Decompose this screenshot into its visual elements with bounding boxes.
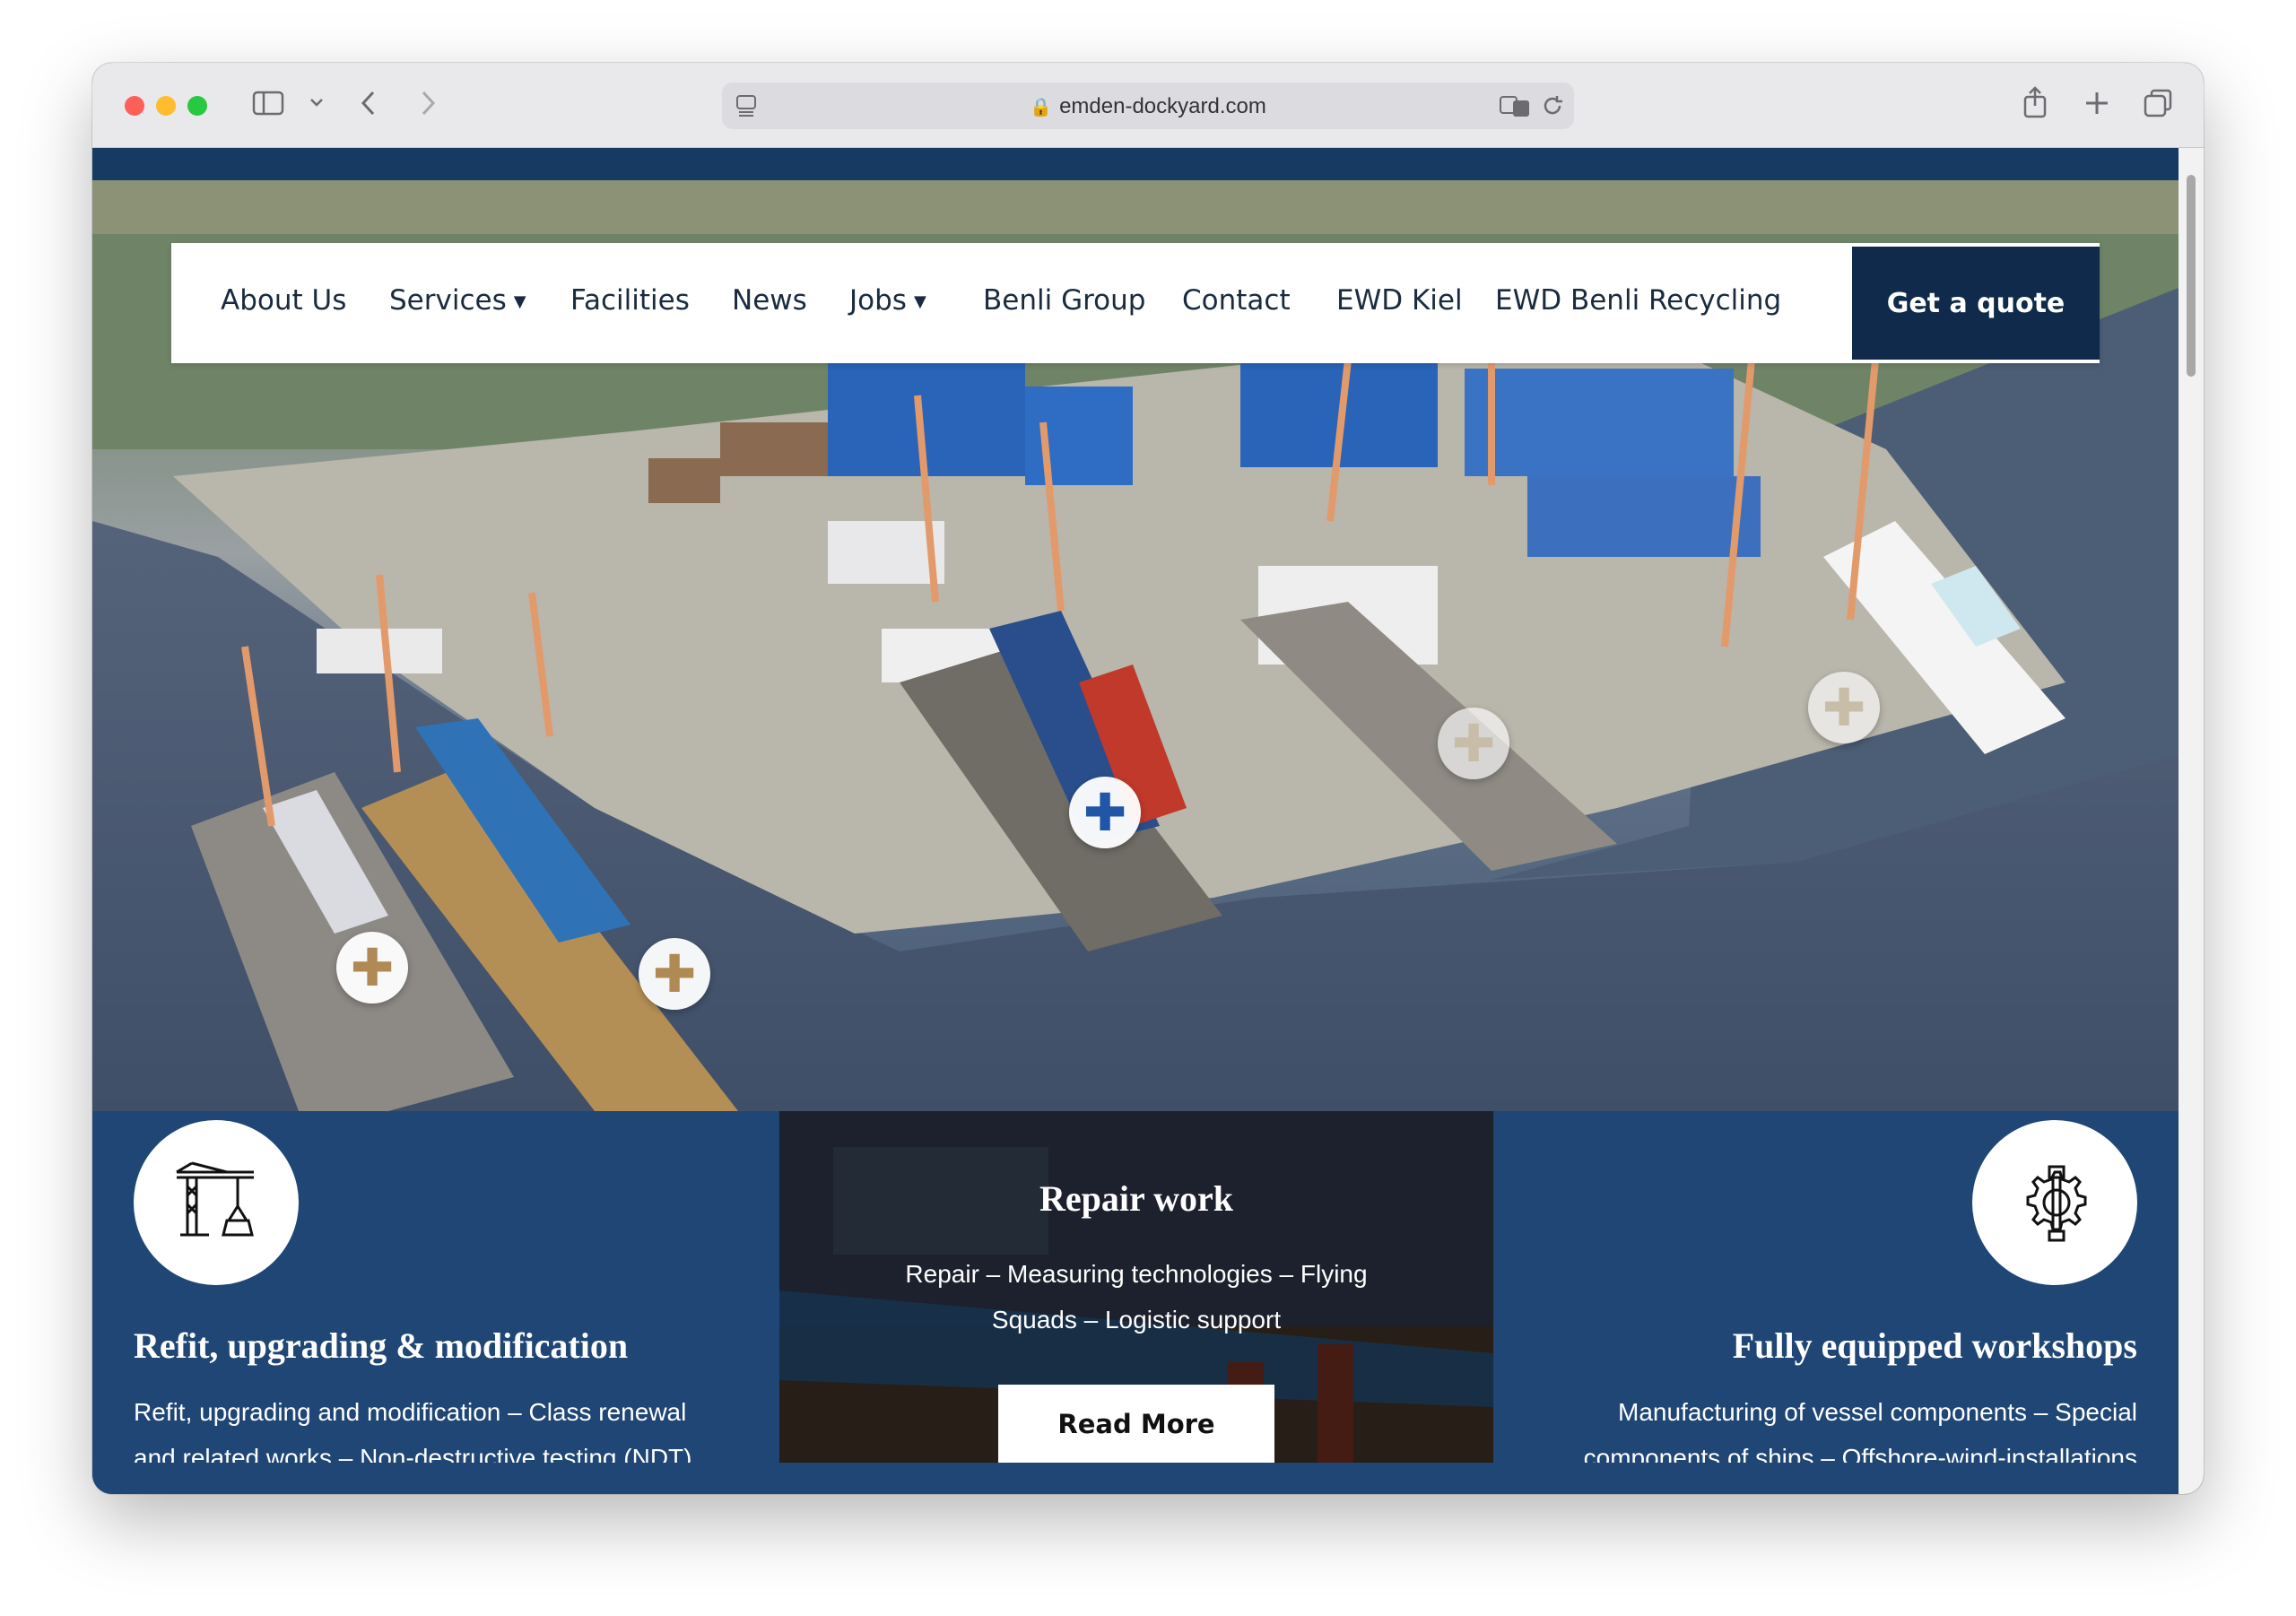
panel-description: Manufacturing of vessel components – Spe… [1583, 1398, 2137, 1463]
service-panel-workshops: Fully equipped workshops Manufacturing o… [1493, 1111, 2179, 1463]
chevron-down-icon: ▼ [513, 292, 526, 311]
address-bar[interactable]: 🔒 emden-dockyard.com [722, 83, 1574, 129]
nav-item-about-us[interactable]: About Us [221, 284, 346, 317]
minimize-window-button[interactable] [156, 96, 176, 116]
gear-wrench-icon-circle [1972, 1120, 2137, 1285]
get-a-quote-button[interactable]: Get a quote [1852, 247, 2100, 360]
nav-item-services[interactable]: Services ▼ [389, 284, 526, 317]
header-strip [92, 148, 2179, 180]
read-more-button[interactable]: Read More [998, 1385, 1274, 1463]
panel-description: Refit, upgrading and modification – Clas… [134, 1398, 692, 1463]
zoom-window-button[interactable] [187, 96, 207, 116]
nav-item-facilities[interactable]: Facilities [570, 284, 690, 317]
nav-label: EWD Benli Recycling [1495, 284, 1782, 317]
hotspot-plus-icon[interactable]: ✚ [1808, 672, 1880, 743]
crane-icon-circle [134, 1120, 299, 1285]
translate-icon[interactable] [1499, 93, 1533, 122]
panel-title: Repair work [1039, 1178, 1233, 1219]
nav-item-benli-group[interactable]: Benli Group [983, 284, 1145, 317]
main-navigation: About Us Services ▼ Facilities News Jobs ▼… [171, 243, 2100, 363]
hotspot-plus-icon[interactable]: ✚ [336, 932, 408, 1003]
browser-toolbar: 🔒 emden-dockyard.com [92, 63, 2204, 148]
scrollbar-thumb[interactable] [2187, 175, 2196, 377]
url-label: emden-dockyard.com [1059, 94, 1266, 118]
url-text[interactable]: 🔒 emden-dockyard.com [722, 94, 1574, 119]
panel-title: Fully equipped workshops [1732, 1325, 2137, 1366]
hotspot-plus-icon[interactable]: ✚ [639, 938, 710, 1010]
new-tab-icon[interactable] [2083, 90, 2110, 120]
crane-icon [176, 1161, 254, 1237]
browser-window: 🔒 emden-dockyard.com ✚ ✚ ✚ ✚ ✚ About Us … [92, 63, 2204, 1494]
nav-item-jobs[interactable]: Jobs ▼ [849, 284, 926, 317]
lock-icon: 🔒 [1030, 98, 1053, 117]
back-icon[interactable] [358, 88, 379, 122]
nav-label: About Us [221, 284, 347, 317]
service-panel-refit: Refit, upgrading & modification Refit, u… [92, 1111, 779, 1463]
panel-description: Repair – Measuring technologies – Flying… [905, 1260, 1368, 1334]
nav-label: News [732, 284, 807, 317]
nav-label: Jobs [849, 284, 907, 317]
nav-label: EWD Kiel [1336, 284, 1463, 317]
page-scrollbar[interactable] [2179, 148, 2204, 1494]
nav-label: Facilities [570, 284, 690, 317]
share-icon[interactable] [2021, 84, 2049, 124]
close-window-button[interactable] [125, 96, 144, 116]
chevron-down-icon[interactable] [308, 93, 326, 115]
chevron-down-icon: ▼ [913, 292, 926, 311]
hotspot-plus-icon[interactable]: ✚ [1069, 777, 1141, 848]
nav-item-contact[interactable]: Contact [1182, 284, 1291, 317]
service-panel-repair: Repair work Repair – Measuring technolog… [779, 1111, 1493, 1463]
nav-item-news[interactable]: News [732, 284, 807, 317]
panel-title: Refit, upgrading & modification [134, 1325, 629, 1366]
nav-item-ewd-kiel[interactable]: EWD Kiel [1336, 284, 1463, 317]
nav-label: Benli Group [983, 284, 1146, 317]
tab-overview-icon[interactable] [2143, 88, 2173, 122]
hotspot-plus-icon[interactable]: ✚ [1438, 708, 1509, 779]
gear-wrench-icon [2026, 1165, 2087, 1242]
nav-item-ewd-benli-recycling[interactable]: EWD Benli Recycling [1495, 284, 1781, 317]
nav-label: Contact [1182, 284, 1291, 317]
webpage: ✚ ✚ ✚ ✚ ✚ About Us Services ▼ Facilities … [92, 148, 2179, 1494]
reload-icon[interactable] [1540, 93, 1565, 122]
forward-icon[interactable] [417, 88, 439, 122]
sidebar-toggle-icon[interactable] [252, 90, 284, 120]
nav-label: Services [389, 284, 507, 317]
